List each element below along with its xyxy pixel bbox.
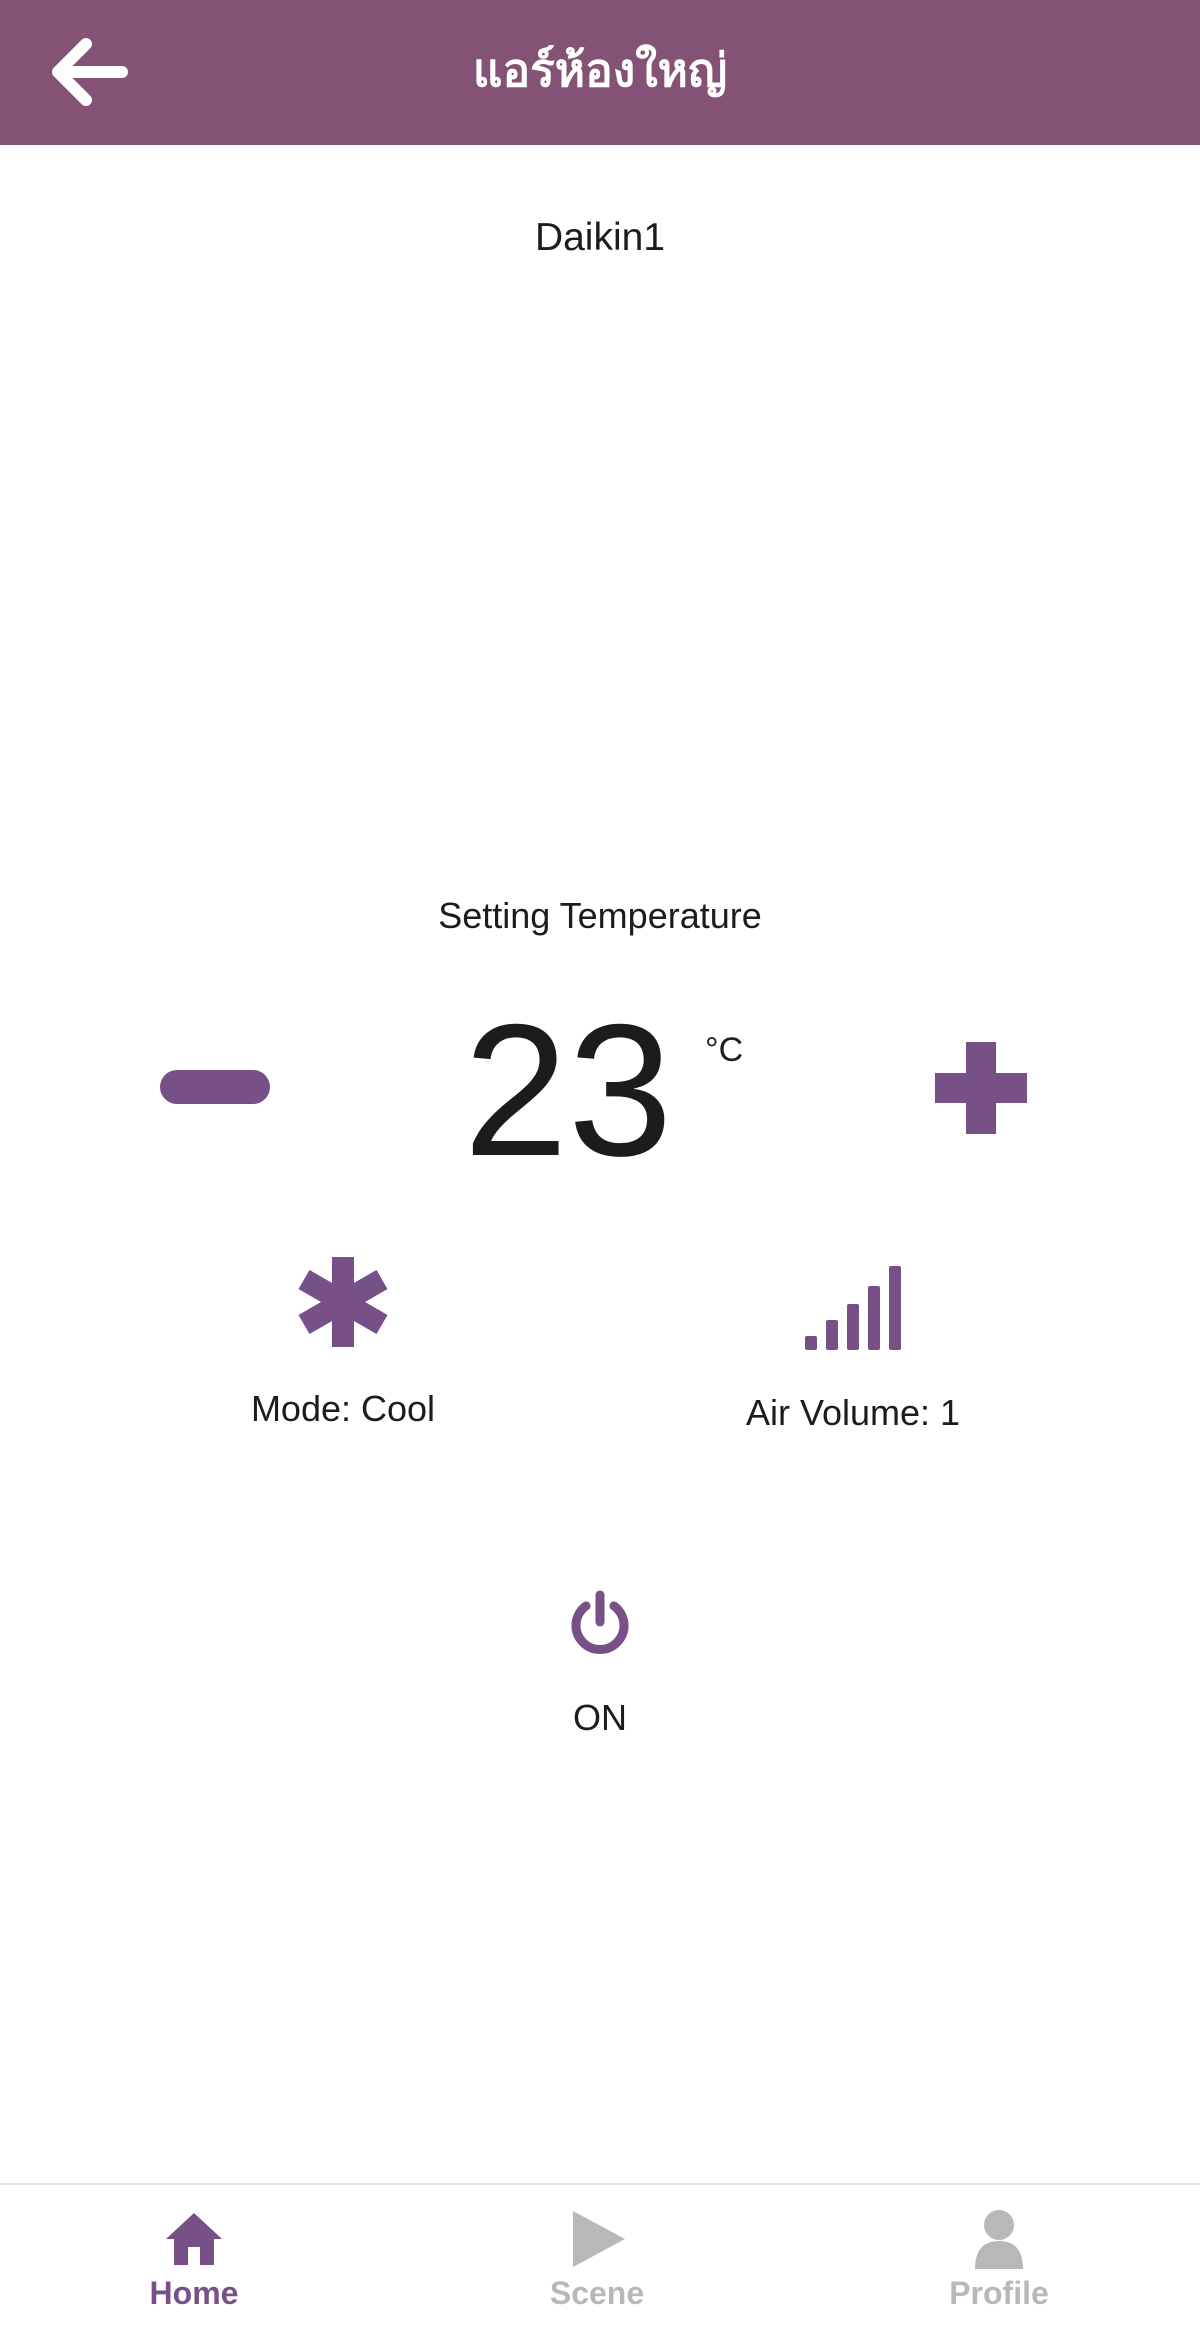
setting-temperature-label: Setting Temperature: [438, 895, 762, 936]
tab-profile[interactable]: Profile: [899, 2207, 1099, 2315]
air-volume-button[interactable]: Air Volume: 1: [703, 1262, 1003, 1437]
bottom-tab-bar: Home Scene Profile: [0, 2183, 1200, 2349]
temperature-unit: °C: [705, 1031, 744, 1069]
tab-profile-label: Profile: [949, 2275, 1049, 2311]
page-title: แอร์ห้องใหญ่: [472, 43, 728, 97]
power-status-label: ON: [573, 1697, 627, 1738]
temperature-value: 23: [463, 985, 673, 1195]
home-icon: [166, 2213, 222, 2265]
decrease-temperature-button[interactable]: [160, 1070, 270, 1104]
mode-button[interactable]: Mode: Cool: [193, 1255, 493, 1433]
snowflake-icon: [298, 1257, 388, 1347]
device-name: Daikin1: [534, 216, 666, 259]
play-icon: [573, 2211, 625, 2267]
air-volume-label: Air Volume: 1: [745, 1392, 961, 1433]
signal-bars-icon: [805, 1266, 901, 1350]
mode-label: Mode: Cool: [250, 1388, 436, 1429]
power-icon: [571, 1590, 629, 1654]
power-button[interactable]: ON: [500, 1590, 700, 1742]
tab-scene[interactable]: Scene: [497, 2207, 697, 2315]
tab-home[interactable]: Home: [94, 2207, 294, 2315]
increase-temperature-button[interactable]: [935, 1042, 1027, 1134]
tab-scene-label: Scene: [549, 2275, 645, 2311]
user-icon: [975, 2210, 1023, 2269]
tab-home-label: Home: [149, 2275, 239, 2311]
header-bar: แอร์ห้องใหญ่: [0, 0, 1200, 145]
